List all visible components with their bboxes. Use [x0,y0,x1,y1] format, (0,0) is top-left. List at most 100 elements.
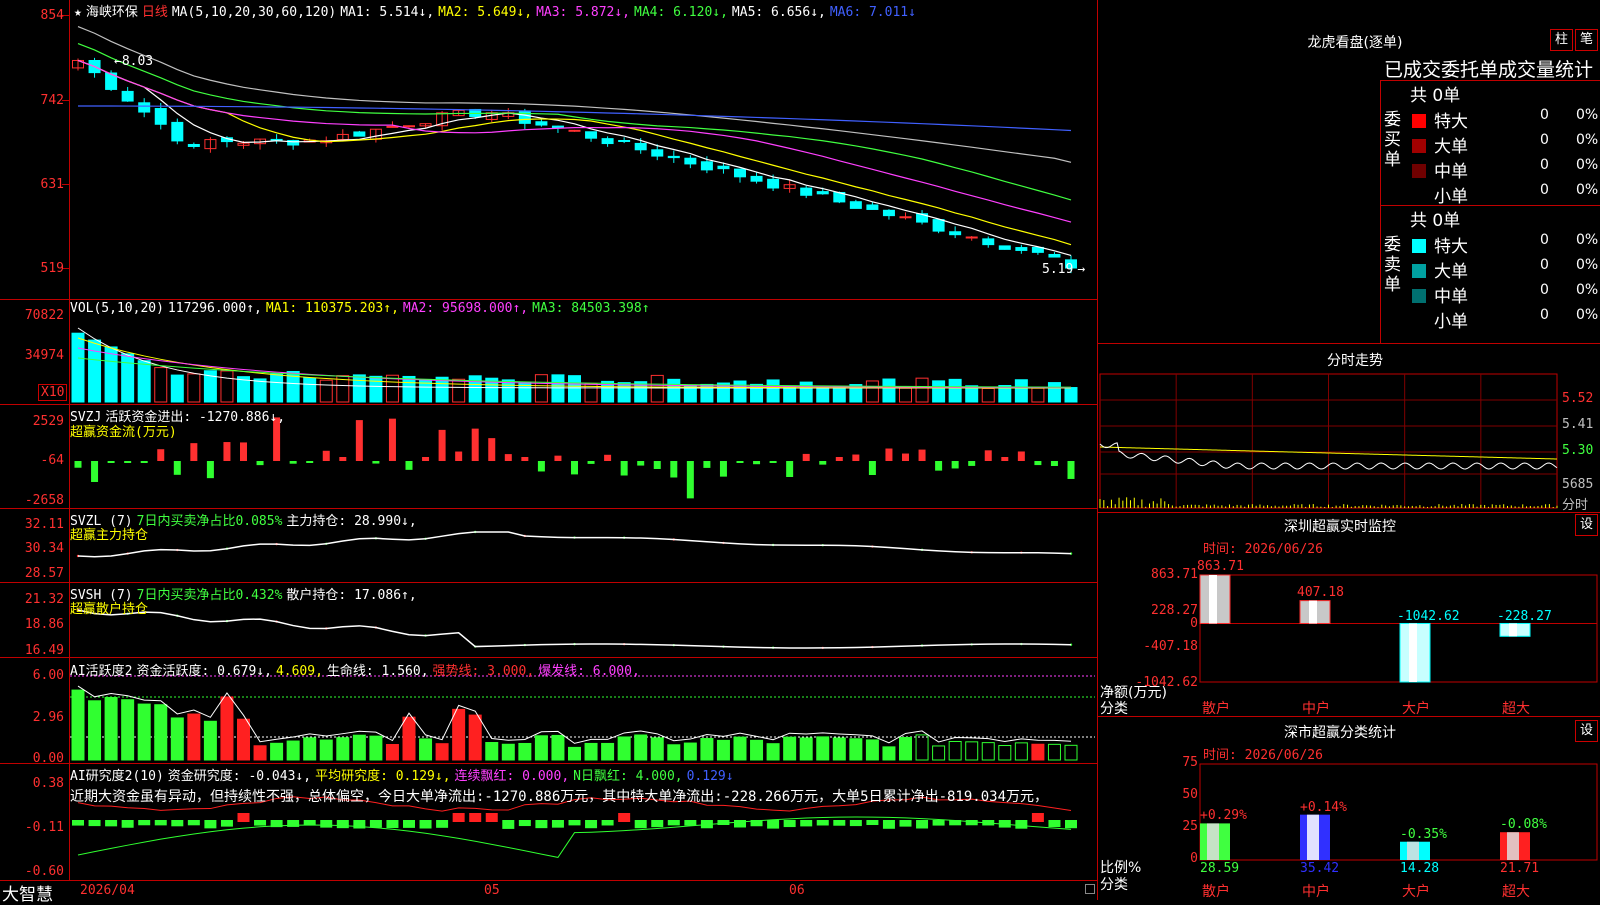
svzj-bar [1050,461,1058,466]
ai2-bar [369,820,382,828]
sz-settings-button[interactable]: 设 [1575,514,1598,536]
favorite-star-icon[interactable]: ★ [74,5,82,20]
stock-name[interactable]: 海峡环保 [86,5,138,20]
volume-bar [667,378,681,403]
price-axis-label: 742 [40,93,64,108]
order-count: 0 [1540,182,1549,198]
volume-bar [865,380,879,403]
candle-body [187,143,200,147]
brand-logo: 大智慧 [2,885,53,905]
candle-body [601,138,614,145]
class-settings-button[interactable]: 设 [1575,720,1598,742]
order-size-name: 大单 [1434,137,1468,157]
class-bar-highlight [1207,823,1219,860]
ma-line [77,42,1072,201]
ai1-bar [816,736,830,761]
candle-body [849,201,862,209]
order-size-name: 中单 [1434,287,1468,307]
svzj-bar [206,461,214,479]
svzj-bar [951,461,959,469]
volume-bar [187,373,201,403]
volume-bar [832,385,846,403]
legend-swatch [1412,189,1426,203]
order-size-name: 特大 [1434,112,1468,132]
sell-total: 共 0单 [1410,211,1461,231]
ai2-bar [105,820,118,827]
candle-body [535,121,548,126]
sz-category-label: 超大 [1502,701,1530,717]
order-size-row: 中单 [1412,282,1468,307]
svzj-bar [256,461,264,466]
ai2-bar [171,820,184,827]
order-count: 0 [1540,157,1549,173]
sz-axis-label: 0 [1190,616,1198,631]
svzj-bar [240,442,247,461]
bar-view-button[interactable]: 柱 [1550,29,1573,51]
candle-body [684,157,697,165]
ma-line [77,105,1072,132]
svzj-bar [355,420,363,461]
svzj-bar [802,453,810,461]
svzj-bar [686,461,694,499]
ai2-bar [138,820,151,826]
ai2-bar [452,813,465,822]
ai1-bar [253,745,267,761]
svsh-subtitle: 超赢散户持仓 [70,602,149,617]
legend-swatch [1412,139,1426,153]
svsh-axis-label: 16.49 [24,643,64,658]
ai1-bar [88,700,102,761]
ai2-bar [502,820,515,829]
svsh-plot [76,608,1073,650]
legend-swatch [1412,264,1426,278]
svzj-plot [74,417,1075,499]
ai1-bar [766,743,780,761]
sz-xlabel: 分类 [1100,701,1128,717]
candle-body [171,121,184,142]
candle-body [1048,253,1061,258]
ai1-bar [667,744,681,761]
ai1-bar [865,739,879,761]
volume-bar [733,380,747,403]
ma4-value: MA4: 6.120↓, [634,5,728,20]
tick-view-button[interactable]: 笔 [1575,29,1598,51]
class-stat-title: 深市超赢分类统计 [1284,725,1396,741]
class-bar-highlight [1507,832,1519,860]
svzj-bar [422,457,430,461]
ai1-bar [319,739,333,761]
order-percent: 0% [1576,182,1599,198]
candle-body [767,178,780,189]
candle-body [403,125,415,128]
volume-bar [303,377,317,403]
ma5-value: MA5: 6.656↓, [731,5,826,20]
ai1-bar [534,735,548,761]
volume-bar [534,374,548,403]
order-size-name: 中单 [1434,162,1468,182]
svzl-axis-label: 28.57 [24,566,64,581]
vol-unit-badge[interactable]: X10 [38,384,68,401]
svzl-axis-label: 30.34 [24,541,64,556]
dragon-title: 龙虎看盘(逐单) [1307,35,1403,51]
ai2-axis-label: -0.11 [24,820,64,835]
ai1-bar [154,704,168,761]
ai1-bar [121,699,135,761]
hold-line [77,531,1072,558]
lock-icon[interactable] [1085,884,1095,894]
price-low-mark: 5.19 → [1042,262,1086,277]
period-label[interactable]: 日线 [142,5,168,20]
volume-bar [617,382,631,403]
candle-body [154,108,167,125]
ai1-bar [932,745,946,761]
candle-body [121,90,134,102]
hold-line [77,609,1072,649]
class-change-value: -0.35% [1400,826,1447,842]
candle-body [750,175,763,182]
sz-bar-highlight [1309,600,1317,624]
candle-body [700,161,713,171]
svzj-bar [786,461,794,477]
ai1-bar [203,720,217,761]
ai2-bar [336,820,349,829]
ai1-bar [270,742,284,761]
svzj-bar [769,461,777,463]
ai1-bar [518,742,532,761]
svzj-bar [1067,461,1075,479]
